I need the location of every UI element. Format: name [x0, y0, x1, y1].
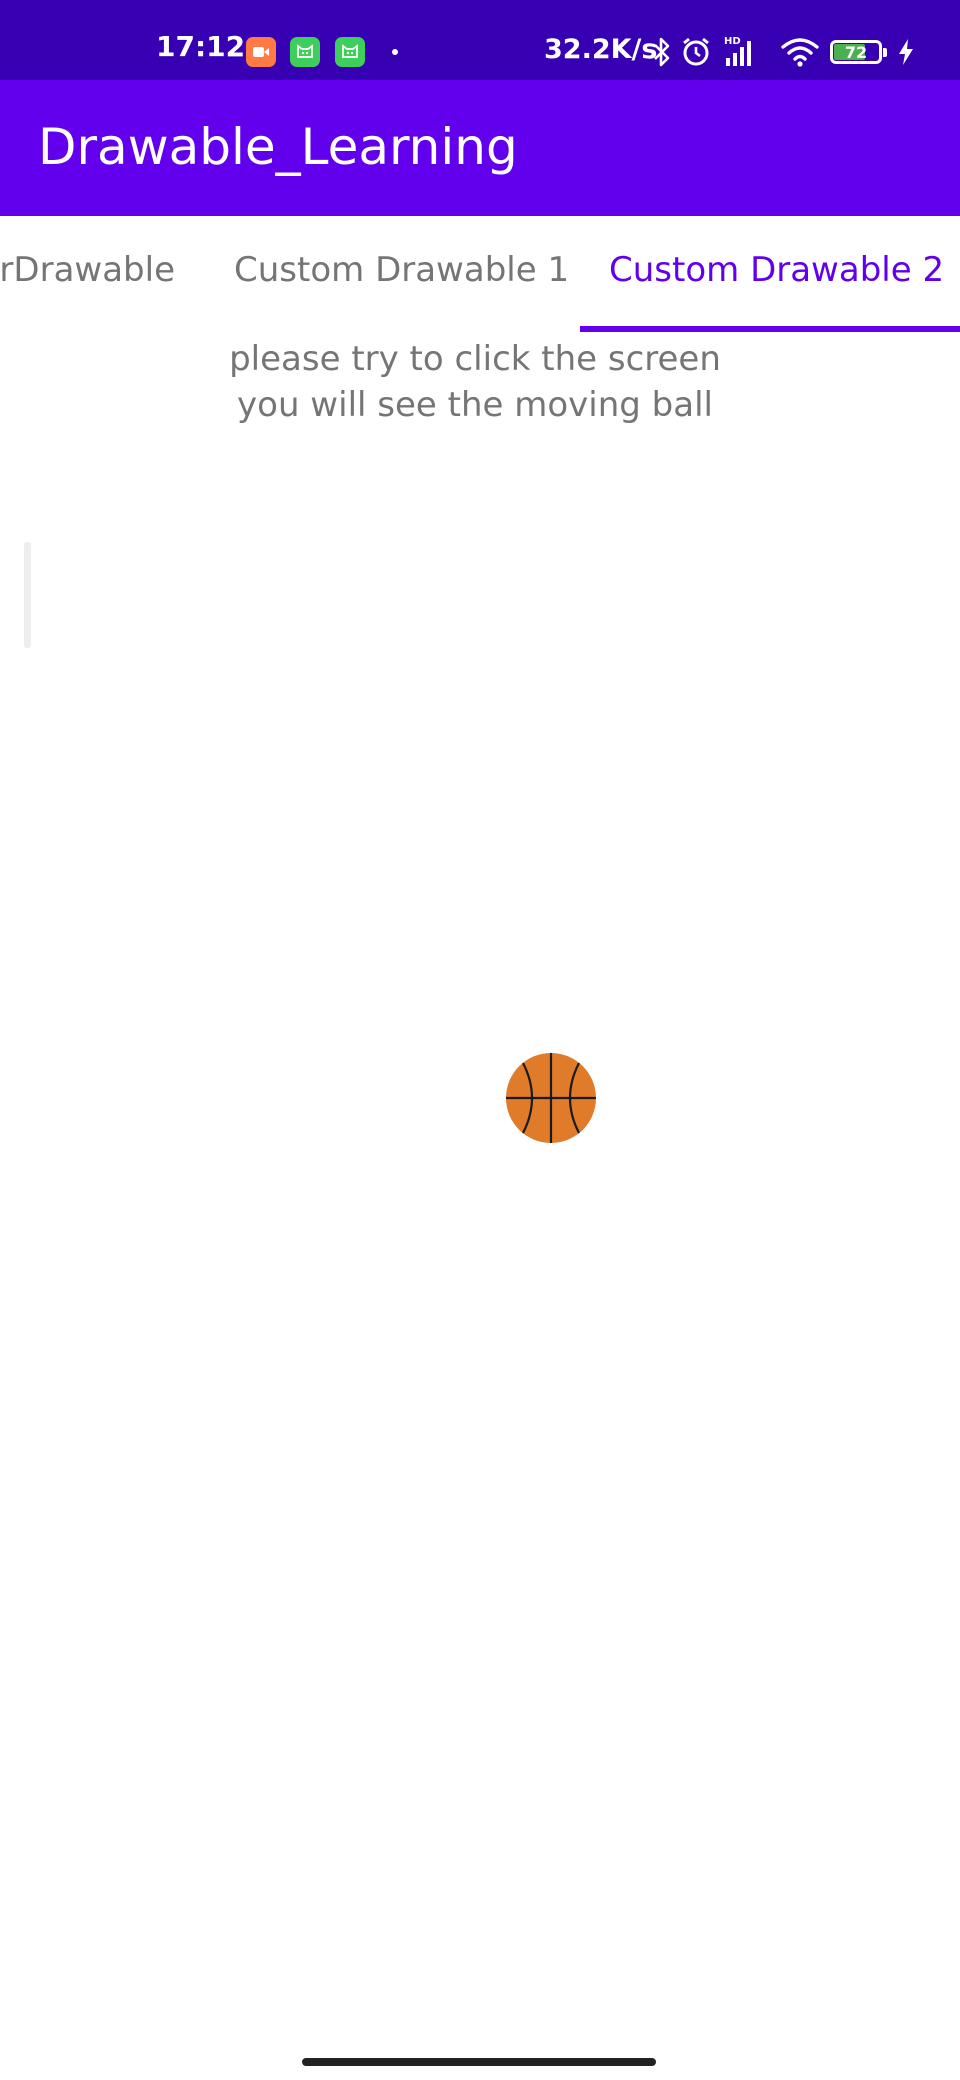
app-bar: Drawable_Learning — [0, 80, 960, 216]
video-call-icon — [246, 37, 276, 67]
basketball-ball[interactable] — [505, 1052, 597, 1144]
network-speed: 32.2K/s — [544, 34, 658, 65]
tab-selected-indicator — [580, 326, 960, 332]
hd-signal-icon: HD — [724, 36, 751, 66]
bluetooth-icon — [654, 37, 670, 67]
battery-icon: 72 — [830, 40, 882, 64]
charging-icon — [899, 39, 913, 65]
tab-custom-drawable-1[interactable]: Custom Drawable 1 — [234, 251, 569, 289]
cat-app-icon — [290, 37, 320, 67]
tab-colordrawable[interactable]: ColorDrawable — [0, 251, 175, 289]
home-indicator[interactable] — [302, 2058, 656, 2066]
instruction-line-2: you will see the moving ball — [237, 385, 713, 425]
overscroll-edge — [24, 542, 31, 648]
status-bar: 17:12 32.2K/s HD 72 — [0, 0, 960, 80]
battery-tip — [883, 48, 887, 57]
tab-custom-drawable-2[interactable]: Custom Drawable 2 — [609, 251, 944, 289]
battery-level-text: 72 — [844, 42, 868, 62]
svg-text:HD: HD — [724, 36, 741, 47]
system-status-icons: HD 72 — [652, 34, 922, 70]
alarm-icon — [683, 37, 709, 66]
status-time: 17:12 — [156, 30, 246, 63]
instruction-text: please try to click the screen you will … — [0, 336, 950, 428]
tab-strip: ColorDrawable Custom Drawable 1 Custom D… — [0, 216, 960, 332]
app-title: Drawable_Learning — [38, 118, 518, 176]
instruction-line-1: please try to click the screen — [229, 339, 721, 379]
wifi-icon — [781, 38, 819, 67]
more-notifications-dot — [392, 49, 398, 55]
cat-app-icon — [335, 37, 365, 67]
